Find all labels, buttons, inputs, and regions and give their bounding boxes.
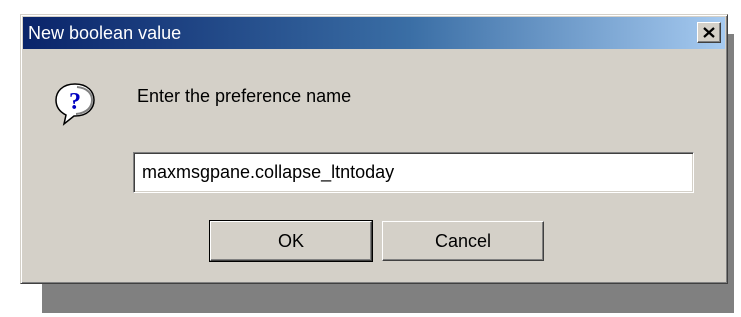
question-icon: ? <box>55 83 95 126</box>
window-title: New boolean value <box>28 22 182 43</box>
prompt-dialog: New boolean value ? Enter the preference… <box>20 14 728 284</box>
preference-name-input[interactable] <box>136 155 691 190</box>
preference-name-field[interactable] <box>133 152 694 193</box>
ok-button[interactable]: OK <box>209 220 373 262</box>
title-bar[interactable]: New boolean value <box>23 17 725 49</box>
cancel-button[interactable]: Cancel <box>382 221 544 261</box>
prompt-label: Enter the preference name <box>137 86 352 106</box>
close-button[interactable] <box>697 22 721 43</box>
close-icon <box>703 27 715 38</box>
svg-text:?: ? <box>69 89 81 115</box>
